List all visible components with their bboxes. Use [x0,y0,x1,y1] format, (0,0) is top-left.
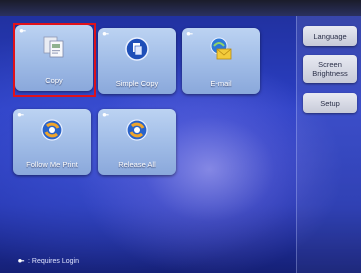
key-icon [102,32,109,36]
key-icon [18,259,25,263]
requires-login-legend: : Requires Login [17,258,79,265]
release-all-tile[interactable]: Release All [98,109,176,175]
release-all-label: Release All [118,160,156,169]
follow-me-print-icon [41,119,63,141]
key-icon [186,32,193,36]
email-label: E-mail [210,79,232,88]
simple-copy-label: Simple Copy [115,79,159,88]
email-icon [210,37,232,60]
simple-copy-icon [125,37,149,61]
language-button[interactable]: Language [303,26,357,46]
key-icon [17,113,24,117]
requires-login-text: : Requires Login [28,258,79,265]
screen-brightness-button[interactable]: Screen Brightness [303,55,357,83]
follow-me-print-label: Follow Me Print [26,160,78,169]
follow-me-print-tile[interactable]: Follow Me Print [13,109,91,175]
key-icon [102,113,109,117]
release-all-icon [126,119,148,141]
simple-copy-tile[interactable]: Simple Copy [98,28,176,94]
email-tile[interactable]: E-mail [182,28,260,94]
setup-button[interactable]: Setup [303,93,357,113]
copy-highlight-box [13,23,96,97]
printer-touch-screen: Copy Simple Copy E-mail Follow Me Print … [0,0,361,273]
side-panel: Language Screen Brightness Setup [296,16,361,273]
top-bezel [0,0,361,16]
